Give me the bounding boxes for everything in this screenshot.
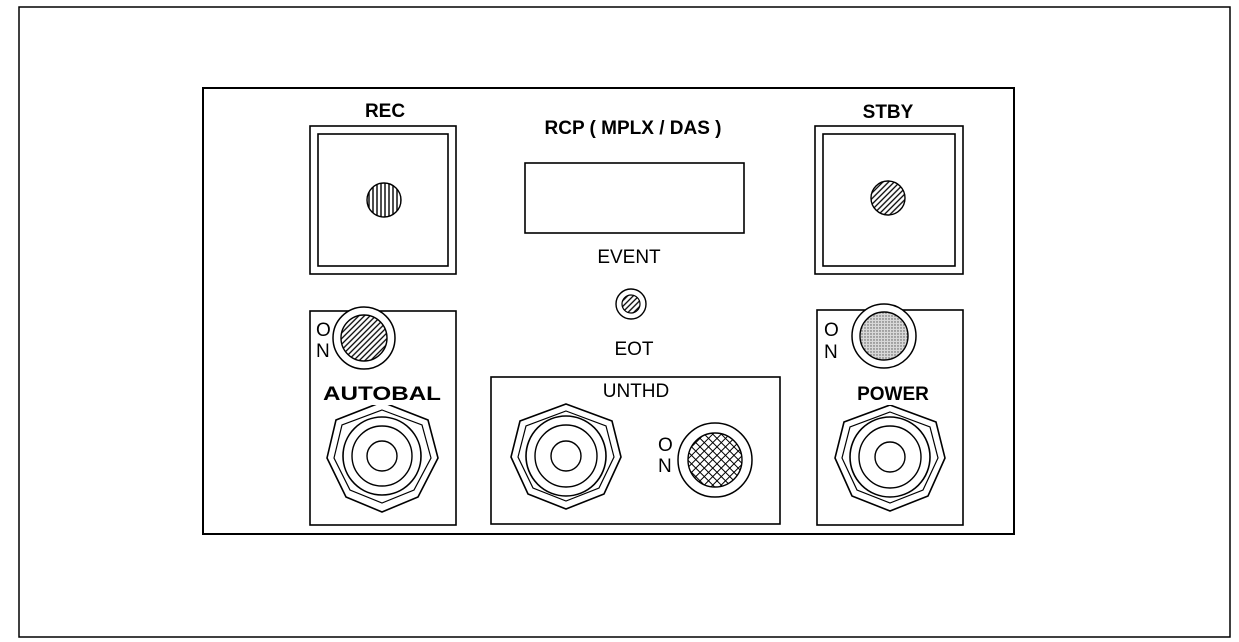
autobal-on-n: N — [316, 341, 330, 362]
rcp-panel-diagram: REC RCP ( MPLX / DAS ) EVENT EOT STBY O … — [18, 6, 1231, 638]
unthd-switch[interactable] — [510, 403, 622, 510]
power-label: POWER — [857, 384, 929, 405]
unthd-on-o: O — [658, 435, 673, 456]
display-window — [524, 162, 745, 234]
power-on-o: O — [824, 320, 839, 341]
unthd-label: UNTHD — [603, 381, 670, 402]
unthd-led — [677, 422, 753, 498]
power-on-n: N — [824, 342, 838, 363]
unthd-on-n: N — [658, 456, 672, 477]
autobal-label: AUTOBAL — [323, 384, 441, 405]
rec-button[interactable] — [309, 125, 457, 275]
autobal-switch-icon — [366, 440, 398, 472]
rec-indicator-icon — [366, 182, 402, 218]
autobal-led-icon — [340, 314, 388, 362]
autobal-on-o: O — [316, 320, 331, 341]
unthd-switch-icon — [550, 440, 582, 472]
unthd-led-icon — [687, 432, 743, 488]
power-switch-icon — [874, 441, 906, 473]
power-led-icon — [859, 311, 909, 361]
panel-title: RCP ( MPLX / DAS ) — [545, 118, 722, 139]
event-led-icon — [621, 294, 641, 314]
event-indicator — [615, 288, 647, 320]
eot-label: EOT — [614, 339, 653, 360]
power-switch[interactable] — [834, 404, 946, 512]
stby-label: STBY — [863, 102, 914, 123]
stby-indicator-icon — [870, 180, 906, 216]
rec-label: REC — [365, 101, 405, 122]
stby-button[interactable] — [814, 125, 964, 275]
event-label: EVENT — [597, 247, 661, 268]
power-led — [851, 303, 917, 369]
autobal-led — [332, 306, 396, 370]
